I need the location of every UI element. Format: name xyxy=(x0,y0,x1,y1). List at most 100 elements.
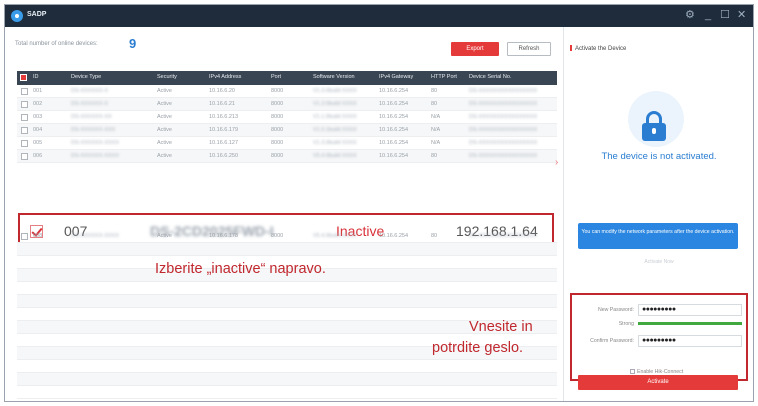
table-row[interactable]: 001 DS-XXXXXX-X Active 10.16.6.20 8000 V1.3.0… xyxy=(17,85,557,98)
cell-gateway: 10.16.6.254 xyxy=(379,233,409,239)
network-tooltip: You can modify the network parameters af… xyxy=(578,223,738,249)
table-row[interactable]: 006 DS-XXXXXX-XXXX Active 10.16.6.250 8000 V5… xyxy=(17,150,557,163)
cell-http: N/A xyxy=(431,140,441,146)
cell-port: 8000 xyxy=(271,233,284,239)
export-button[interactable]: Export xyxy=(451,42,499,56)
cell-serial: DS-XXXXXXXXXXXXXXXX xyxy=(469,101,538,107)
empty-row xyxy=(17,295,557,308)
password-form: New Password: ●●●●●●●●● Strong Confirm P… xyxy=(570,293,748,381)
table-row[interactable]: 005 DS-XXXXXX-XXXX Active 10.16.6.127 8000 V1… xyxy=(17,137,557,150)
new-password-label: New Password: xyxy=(597,307,634,313)
cell-gateway: 10.16.6.254 xyxy=(379,101,409,107)
cell-type: DS-XXXXXX-X xyxy=(71,88,108,94)
cell-type: DS-XXXXXX-XXX xyxy=(71,127,116,133)
cell-security: Active xyxy=(157,153,172,159)
col-security[interactable]: Security xyxy=(157,74,177,80)
cell-ip: 10.16.6.127 xyxy=(209,140,239,146)
title-bar: SADP ⚙ _ ☐ ✕ xyxy=(5,5,753,27)
cell-port: 8000 xyxy=(271,88,284,94)
empty-row xyxy=(17,360,557,373)
table-row[interactable]: 002 DS-XXXXXX-X Active 10.16.6.21 8000 V1.3.0… xyxy=(17,98,557,111)
cell-ip: 10.16.6.179 xyxy=(209,127,239,133)
cell-ip: 10.16.6.20 xyxy=(209,88,235,94)
table-row[interactable]: 004 DS-XXXXXX-XXX Active 10.16.6.179 8000 V1.… xyxy=(17,124,557,137)
cell-security: Active xyxy=(157,127,172,133)
cell-port: 8000 xyxy=(271,153,284,159)
col-id[interactable]: ID xyxy=(33,74,39,80)
close-icon[interactable]: ✕ xyxy=(737,8,746,22)
col-port[interactable]: Port xyxy=(271,74,281,80)
cell-software: V1.3.0build XXXX xyxy=(313,101,357,107)
total-devices-count: 9 xyxy=(129,36,137,51)
select-all-checkbox[interactable] xyxy=(20,74,27,81)
new-password-input[interactable]: ●●●●●●●●● xyxy=(638,304,742,316)
row-checkbox[interactable] xyxy=(21,114,28,121)
device-list-panel: Total number of online devices: 9 Export… xyxy=(5,27,558,401)
cell-security: Active xyxy=(157,88,172,94)
cell-id: 008 xyxy=(33,233,43,239)
cell-security: Active xyxy=(157,101,172,107)
table-row[interactable]: 008 DS-XXXXXX-XXXX Active 10.16.6.178 8000 V5… xyxy=(17,230,557,243)
not-activated-text: The device is not activated. xyxy=(601,151,717,162)
cell-id: 006 xyxy=(33,153,43,159)
col-device-serial[interactable]: Device Serial No. xyxy=(469,74,512,80)
cell-http: 80 xyxy=(431,233,438,239)
cell-type: DS-XXXXXX-XX xyxy=(71,114,112,120)
cell-gateway: 10.16.6.254 xyxy=(379,88,409,94)
collapse-panel-icon[interactable]: › xyxy=(555,157,558,168)
cell-type: DS-XXXXXX-XXXX xyxy=(71,153,119,159)
cell-ip: 10.16.6.178 xyxy=(209,233,239,239)
col-ipv4-gateway[interactable]: IPv4 Gateway xyxy=(379,74,413,80)
cell-port: 8000 xyxy=(271,114,284,120)
cell-id: 001 xyxy=(33,88,43,94)
cell-serial: DS-XXXXXXXXXXXXXXXX xyxy=(469,233,538,239)
row-checkbox[interactable] xyxy=(21,88,28,95)
cell-serial: DS-XXXXXXXXXXXXXXXX xyxy=(469,153,538,159)
cell-type: DS-XXXXXX-XXXX xyxy=(71,233,119,239)
annotation-enter-password-2: potrdite geslo. xyxy=(432,340,524,356)
table-row[interactable]: 003 DS-XXXXXX-XX Active 10.16.6.213 8000 V1.1… xyxy=(17,111,557,124)
cell-gateway: 10.16.6.254 xyxy=(379,140,409,146)
app-logo-icon xyxy=(11,10,23,22)
col-ipv4-address[interactable]: IPv4 Address xyxy=(209,74,241,80)
activate-button[interactable]: Activate xyxy=(578,375,738,390)
cell-software: V1.0.1build XXXX xyxy=(313,127,357,133)
row-checkbox[interactable] xyxy=(21,153,28,160)
col-software-version[interactable]: Software Version xyxy=(313,74,355,80)
activate-device-panel: Activate the Device The device is not ac… xyxy=(563,27,753,401)
cell-port: 8000 xyxy=(271,140,284,146)
cell-http: N/A xyxy=(431,114,441,120)
cell-software: V1.3.0build XXXX xyxy=(313,88,357,94)
cell-security: Active xyxy=(157,114,172,120)
app-title: SADP xyxy=(27,11,47,18)
cell-gateway: 10.16.6.254 xyxy=(379,153,409,159)
table-header: ID Device Type Security IPv4 Address Por… xyxy=(17,71,557,85)
row-checkbox[interactable] xyxy=(21,101,28,108)
empty-row xyxy=(17,386,557,399)
sadp-window: SADP ⚙ _ ☐ ✕ Total number of online devi… xyxy=(4,4,754,402)
cell-ip: 10.16.6.21 xyxy=(209,101,235,107)
col-device-type[interactable]: Device Type xyxy=(71,74,101,80)
row-checkbox[interactable] xyxy=(21,140,28,147)
empty-row xyxy=(17,243,557,256)
cell-software: V5.4.0build XXXX xyxy=(313,153,357,159)
gear-icon[interactable]: ⚙ xyxy=(685,8,695,22)
cell-serial: DS-XXXXXXXXXXXXXXXX xyxy=(469,127,538,133)
refresh-button[interactable]: Refresh xyxy=(507,42,551,56)
activate-now-link[interactable]: Activate Now xyxy=(564,259,753,265)
col-http-port[interactable]: HTTP Port xyxy=(431,74,457,80)
cell-software: V1.1.0build XXXX xyxy=(313,114,357,120)
maximize-icon[interactable]: ☐ xyxy=(720,8,730,22)
cell-port: 8000 xyxy=(271,101,284,107)
cell-http: 80 xyxy=(431,153,438,159)
cell-http: N/A xyxy=(431,127,441,133)
row-checkbox[interactable] xyxy=(21,127,28,134)
cell-id: 004 xyxy=(33,127,43,133)
annotation-select-inactive: Izberite „inactive“ napravo. xyxy=(155,261,326,277)
cell-serial: DS-XXXXXXXXXXXXXXXX xyxy=(469,140,538,146)
row-checkbox[interactable] xyxy=(21,233,28,240)
confirm-password-input[interactable]: ●●●●●●●●● xyxy=(638,335,742,347)
annotation-enter-password-1: Vnesite in xyxy=(469,319,533,335)
minimize-icon[interactable]: _ xyxy=(705,8,711,22)
enable-hik-connect-checkbox[interactable] xyxy=(630,369,635,374)
